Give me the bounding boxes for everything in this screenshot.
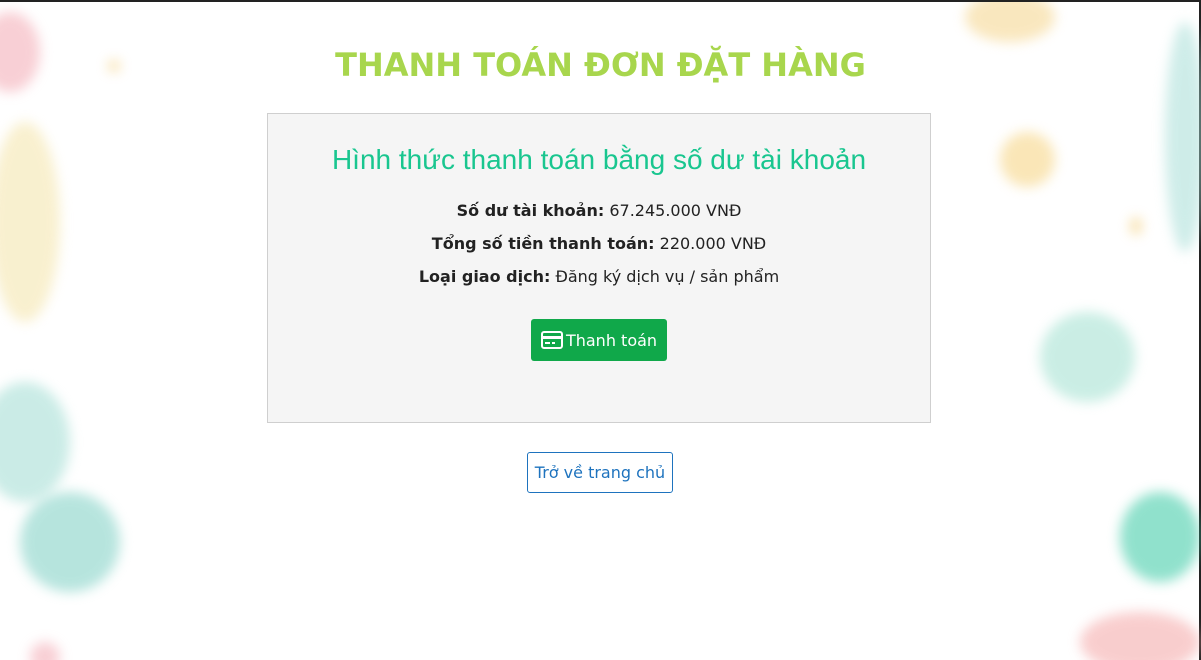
balance-row: Số dư tài khoản: 67.245.000 VNĐ	[268, 194, 930, 227]
page-title: THANH TOÁN ĐƠN ĐẶT HÀNG	[335, 46, 866, 84]
total-label: Tổng số tiền thanh toán:	[431, 234, 655, 253]
watercolor-decoration	[1040, 312, 1135, 402]
credit-card-icon	[540, 331, 563, 349]
back-to-home-button[interactable]: Trở về trang chủ	[527, 452, 673, 493]
payment-info: Số dư tài khoản: 67.245.000 VNĐ Tổng số …	[268, 194, 930, 293]
watercolor-decoration	[1080, 612, 1200, 660]
watercolor-decoration	[20, 492, 120, 592]
watercolor-decoration	[0, 382, 70, 502]
total-value: 220.000 VNĐ	[654, 234, 767, 253]
pay-button[interactable]: Thanh toán	[531, 319, 667, 361]
transaction-type-label: Loại giao dịch:	[418, 267, 551, 286]
watercolor-decoration	[1130, 217, 1142, 235]
transaction-type-row: Loại giao dịch: Đăng ký dịch vụ / sản ph…	[268, 260, 930, 293]
watercolor-decoration	[965, 2, 1055, 42]
watercolor-decoration	[30, 642, 60, 660]
balance-label: Số dư tài khoản:	[456, 201, 605, 220]
balance-value: 67.245.000 VNĐ	[604, 201, 742, 220]
payment-page: THANH TOÁN ĐƠN ĐẶT HÀNG Hình thức thanh …	[0, 0, 1201, 660]
payment-method-title: Hình thức thanh toán bằng số dư tài khoả…	[331, 144, 867, 175]
total-row: Tổng số tiền thanh toán: 220.000 VNĐ	[268, 227, 930, 260]
pay-button-label: Thanh toán	[565, 330, 658, 350]
watercolor-decoration	[1000, 132, 1055, 187]
watercolor-decoration	[1120, 492, 1200, 582]
payment-card: Hình thức thanh toán bằng số dư tài khoả…	[267, 113, 931, 423]
watercolor-decoration	[0, 122, 60, 322]
transaction-type-value: Đăng ký dịch vụ / sản phẩm	[550, 267, 780, 286]
